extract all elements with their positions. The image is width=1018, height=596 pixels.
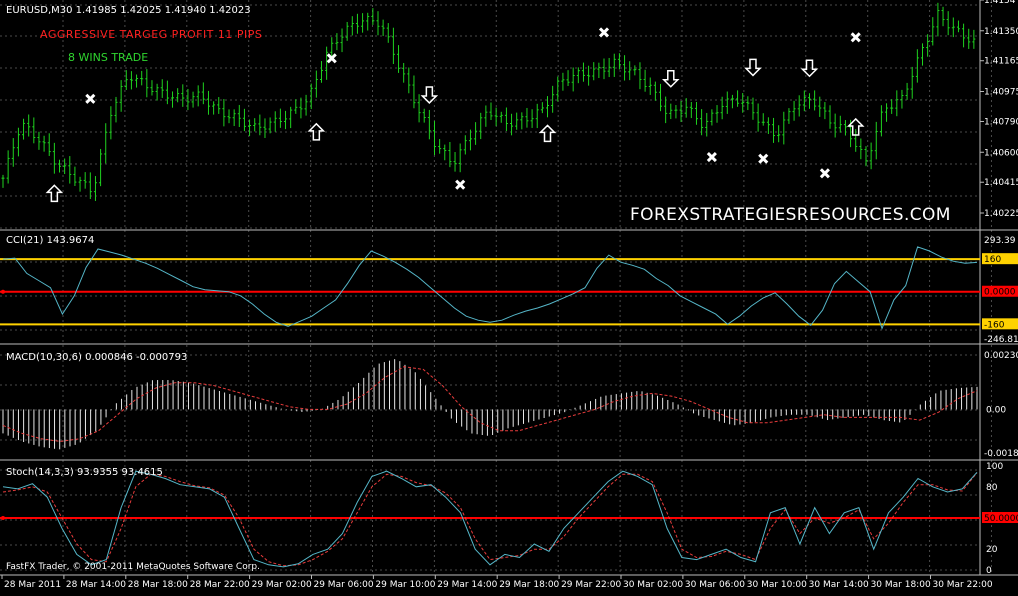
time-axis-label: 30 Mar 14:00 xyxy=(809,580,869,590)
price-axis-label: 1.40975 xyxy=(984,88,1018,98)
cci-level-160-label: 160 xyxy=(984,255,1001,265)
chart-canvas[interactable]: 160 0.0000 -160 50.0000 1.4154 1.41350 1.411… xyxy=(0,0,1018,592)
time-axis-label: 30 Mar 10:00 xyxy=(747,580,807,590)
time-axis-label: 28 Mar 22:00 xyxy=(190,580,250,590)
stoch-pane-title: Stoch(14,3,3) 93.9355 93.4615 xyxy=(6,467,163,478)
macd-axis-min: -0.00182 xyxy=(984,449,1018,459)
time-axis-label: 29 Mar 22:00 xyxy=(561,580,621,590)
price-axis-label: 1.40225 xyxy=(984,209,1018,219)
cci-level--160-label: -160 xyxy=(984,320,1005,330)
cci-pane-title: CCI(21) 143.9674 xyxy=(6,235,94,246)
time-axis-label: 29 Mar 14:00 xyxy=(437,580,497,590)
time-axis-label: 28 Mar 2011 xyxy=(4,580,61,590)
stoch-axis-label: 80 xyxy=(986,483,998,493)
cci-axis-min: -246.818 xyxy=(984,335,1018,345)
price-axis-label: 1.4154 xyxy=(984,0,1016,6)
price-axis-label: 1.40415 xyxy=(984,178,1018,188)
price-pane-title: EURUSD,M30 1.41985 1.42025 1.41940 1.420… xyxy=(6,5,251,16)
watermark: FOREXSTRATEGIESRESOURCES.COM xyxy=(630,205,951,225)
time-axis-label: 30 Mar 22:00 xyxy=(932,580,992,590)
stoch-level-50-label: 50.0000 xyxy=(984,514,1018,524)
footer-copyright: FastFX Trader, © 2001-2011 MetaQuotes So… xyxy=(6,562,260,572)
time-axis-label: 28 Mar 14:00 xyxy=(66,580,126,590)
time-axis-label: 30 Mar 06:00 xyxy=(685,580,745,590)
strategy-title: AGGRESSIVE TARGEG PROFIT 11 PIPS xyxy=(40,28,262,41)
stoch-axis-label: 20 xyxy=(986,545,998,555)
time-axis-label: 29 Mar 10:00 xyxy=(375,580,435,590)
time-axis-label: 29 Mar 06:00 xyxy=(313,580,373,590)
cci-zero-marker xyxy=(1,289,5,294)
stoch-axis-label: 100 xyxy=(986,462,1003,472)
price-axis-label: 1.41165 xyxy=(984,57,1018,67)
time-axis-label: 28 Mar 18:00 xyxy=(128,580,188,590)
time-axis-label: 30 Mar 18:00 xyxy=(871,580,931,590)
cci-level-0-label: 0.0000 xyxy=(984,288,1016,298)
stoch-mid-marker xyxy=(1,516,5,520)
price-axis-label: 1.40600 xyxy=(984,148,1018,158)
macd-axis-max: 0.00230 xyxy=(984,351,1018,361)
time-axis-label: 29 Mar 02:00 xyxy=(252,580,312,590)
wins-count-label: 8 WINS TRADE xyxy=(68,51,148,64)
macd-axis-zero: 0.00 xyxy=(986,405,1006,415)
price-axis-label: 1.41350 xyxy=(984,27,1018,37)
time-axis-label: 30 Mar 02:00 xyxy=(623,580,683,590)
cci-axis-max: 293.39 xyxy=(984,236,1016,246)
stoch-axis-label: 0 xyxy=(986,566,992,576)
time-axis-label: 29 Mar 18:00 xyxy=(499,580,559,590)
chart-window: 160 0.0000 -160 50.0000 1.4154 1.41350 1.411… xyxy=(0,0,1018,592)
price-axis-label: 1.40790 xyxy=(984,117,1018,127)
macd-pane-title: MACD(10,30,6) 0.000846 -0.000793 xyxy=(6,352,187,363)
